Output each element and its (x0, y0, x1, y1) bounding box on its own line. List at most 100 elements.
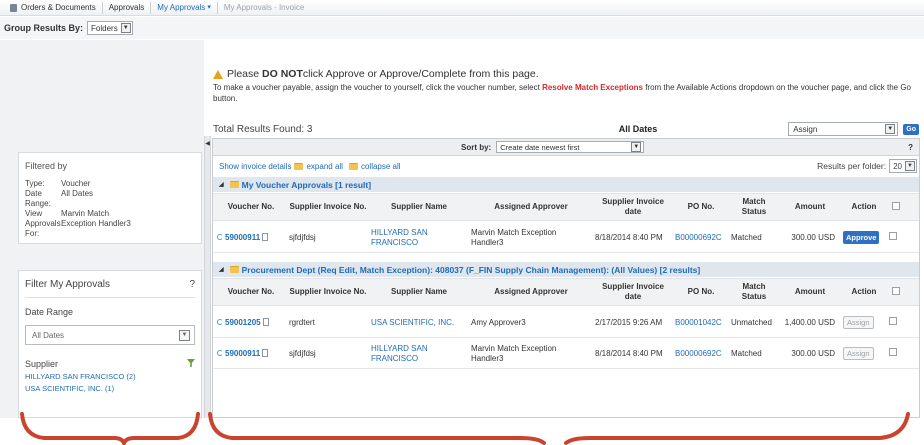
caret-down-icon: ◢ (219, 267, 224, 273)
filter-row-date-range: Date Range: All Dates (25, 189, 94, 208)
column-header[interactable]: PO No. (671, 202, 727, 212)
document-icon[interactable] (262, 348, 269, 357)
invoice-date: 8/18/2014 8:40 PM (595, 348, 663, 358)
column-header: Action (851, 287, 877, 296)
warning-message: Please DO NOT click Approve or Approve/C… (213, 68, 912, 103)
match-status: Matched (731, 348, 762, 358)
date-range-select[interactable]: All Dates ▼ (25, 325, 195, 345)
column-header[interactable]: Voucher No. (213, 202, 285, 212)
amount: 1,400.00 USD (784, 317, 835, 327)
match-status: Matched (731, 232, 762, 242)
amount: 300.00 USD (791, 232, 835, 242)
document-icon[interactable] (262, 317, 269, 326)
warning-icon (213, 69, 223, 79)
column-header[interactable]: Match Status (727, 197, 777, 217)
folder-icon (229, 181, 239, 188)
total-results: Total Results Found: 3 (213, 123, 313, 135)
column-header[interactable]: Supplier Invoice date (591, 282, 671, 302)
voucher-link[interactable]: 59000911 (225, 233, 260, 242)
filter-panel-header: Filter My Approvals ? (25, 279, 195, 298)
column-header[interactable]: Match Status (727, 282, 777, 302)
sidebar-collapse-handle[interactable]: ◀ (204, 136, 211, 418)
column-header[interactable]: Assigned Approver (467, 287, 591, 297)
bracket-right (564, 412, 910, 445)
breadcrumb-item-orders[interactable]: Orders & Documents (4, 1, 103, 14)
folder-open-icon (294, 162, 304, 170)
group-results-bar: Group Results By: Folders ▼ (0, 17, 924, 39)
show-invoice-details-link[interactable]: Show invoice details (219, 162, 291, 171)
group-results-select[interactable]: Folders ▼ (87, 21, 133, 35)
approve-button[interactable]: Approve (843, 230, 880, 244)
supplier-link[interactable]: HILLYARD SAN FRANCISCO (367, 344, 467, 364)
annotation-brackets (20, 412, 910, 445)
sort-select[interactable]: Create date newest first ▼ (496, 141, 645, 153)
invoice-date: 2/17/2015 9:26 AM (595, 317, 663, 327)
select-all-checkbox[interactable] (892, 286, 900, 295)
folder-header[interactable]: ◢ Procurement Dept (Req Edit, Match Exce… (213, 262, 919, 277)
filter-funnel-icon[interactable] (187, 359, 195, 367)
supplier-filter-item[interactable]: USA SCIENTIFIC, INC. (1) (25, 384, 195, 393)
breadcrumb-item-my-approvals[interactable]: My Approvals ▾ (151, 1, 218, 14)
sort-label: Sort by: (461, 142, 492, 152)
folder-header[interactable]: ◢ My Voucher Approvals [1 result] (213, 177, 919, 192)
column-header[interactable]: Supplier Invoice date (591, 197, 671, 217)
filter-row-type: Type: Voucher (25, 179, 91, 188)
results-summary-bar: Total Results Found: 3 All Dates Assign … (213, 120, 919, 138)
chevron-down-icon: ▼ (905, 161, 915, 171)
results-panel: Sort by: Create date newest first ▼ ? Sh… (212, 138, 920, 418)
column-header[interactable]: Supplier Invoice No. (285, 287, 367, 297)
filter-my-approvals-panel: Filter My Approvals ? Date Range All Dat… (18, 270, 202, 418)
supplier-filter-item[interactable]: HILLYARD SAN FRANCISCO (2) (25, 372, 195, 381)
column-header[interactable]: Supplier Name (367, 287, 467, 297)
expand-all-link[interactable]: expand all (306, 162, 342, 171)
date-range-label: Date Range (25, 307, 74, 317)
supplier-invoice-no: rgrdtert (289, 317, 315, 327)
filtered-by-title: Filtered by (25, 161, 68, 171)
breadcrumb: Orders & Documents Approvals My Approval… (0, 0, 924, 16)
assign-button[interactable]: Assign (843, 346, 874, 360)
go-button[interactable]: Go (903, 123, 919, 135)
results-per-folder: Results per folder: 20 ▼ (817, 159, 917, 173)
column-header[interactable]: PO No. (671, 287, 727, 297)
filter-row-view-approvals: View Approvals For: Marvin Match Excepti… (25, 209, 131, 238)
row-checkbox[interactable] (889, 317, 897, 325)
column-header[interactable]: Voucher No. (213, 287, 285, 297)
chevron-down-icon: ▼ (120, 23, 131, 33)
table-row: 59000911 sjfdjfdsj HILLYARD SAN FRANCISC… (213, 223, 919, 253)
column-header[interactable]: Supplier Name (367, 202, 467, 212)
row-checkbox[interactable] (889, 348, 897, 356)
document-icon[interactable] (262, 232, 269, 241)
po-link[interactable]: B00000692C (671, 349, 727, 359)
refresh-icon (217, 349, 223, 356)
assigned-approver: Marvin Match Exception Handler3 (471, 227, 557, 247)
breadcrumb-item-approvals[interactable]: Approvals (103, 1, 152, 14)
help-icon[interactable]: ? (908, 143, 913, 152)
supplier-link[interactable]: USA SCIENTIFIC, INC. (367, 318, 467, 328)
invoice-date: 8/18/2014 8:40 PM (595, 232, 663, 242)
match-status: Unmatched (731, 317, 772, 327)
bracket-middle (208, 412, 546, 445)
collapse-all-link[interactable]: collapse all (361, 162, 401, 171)
supplier-filter-header: Supplier (25, 359, 195, 369)
row-checkbox[interactable] (889, 232, 897, 240)
select-all-checkbox[interactable] (892, 201, 900, 210)
po-link[interactable]: B00001042C (671, 318, 727, 328)
voucher-link[interactable]: 59001205 (225, 318, 261, 327)
results-per-folder-select[interactable]: 20 ▼ (889, 159, 917, 173)
column-header[interactable]: Assigned Approver (467, 202, 591, 212)
amount: 300.00 USD (791, 348, 835, 358)
assigned-approver: Marvin Match Exception Handler3 (471, 343, 557, 363)
column-header[interactable]: Amount (777, 202, 839, 212)
bulk-action-select[interactable]: Assign ▼ (788, 122, 899, 136)
help-icon[interactable]: ? (189, 279, 195, 290)
column-header[interactable]: Supplier Invoice No. (285, 202, 367, 212)
supplier-link[interactable]: HILLYARD SAN FRANCISCO (367, 228, 467, 248)
voucher-link[interactable]: 59000911 (225, 349, 260, 358)
breadcrumb-item-current: My Approvals - Invoice (223, 2, 305, 12)
assign-button[interactable]: Assign (843, 315, 874, 329)
folder-icon (348, 162, 358, 170)
assigned-approver: Amy Approver3 (471, 317, 526, 327)
column-header[interactable]: Amount (777, 287, 839, 297)
po-link[interactable]: B00000692C (671, 233, 727, 243)
chevron-down-icon: ▾ (207, 3, 211, 11)
